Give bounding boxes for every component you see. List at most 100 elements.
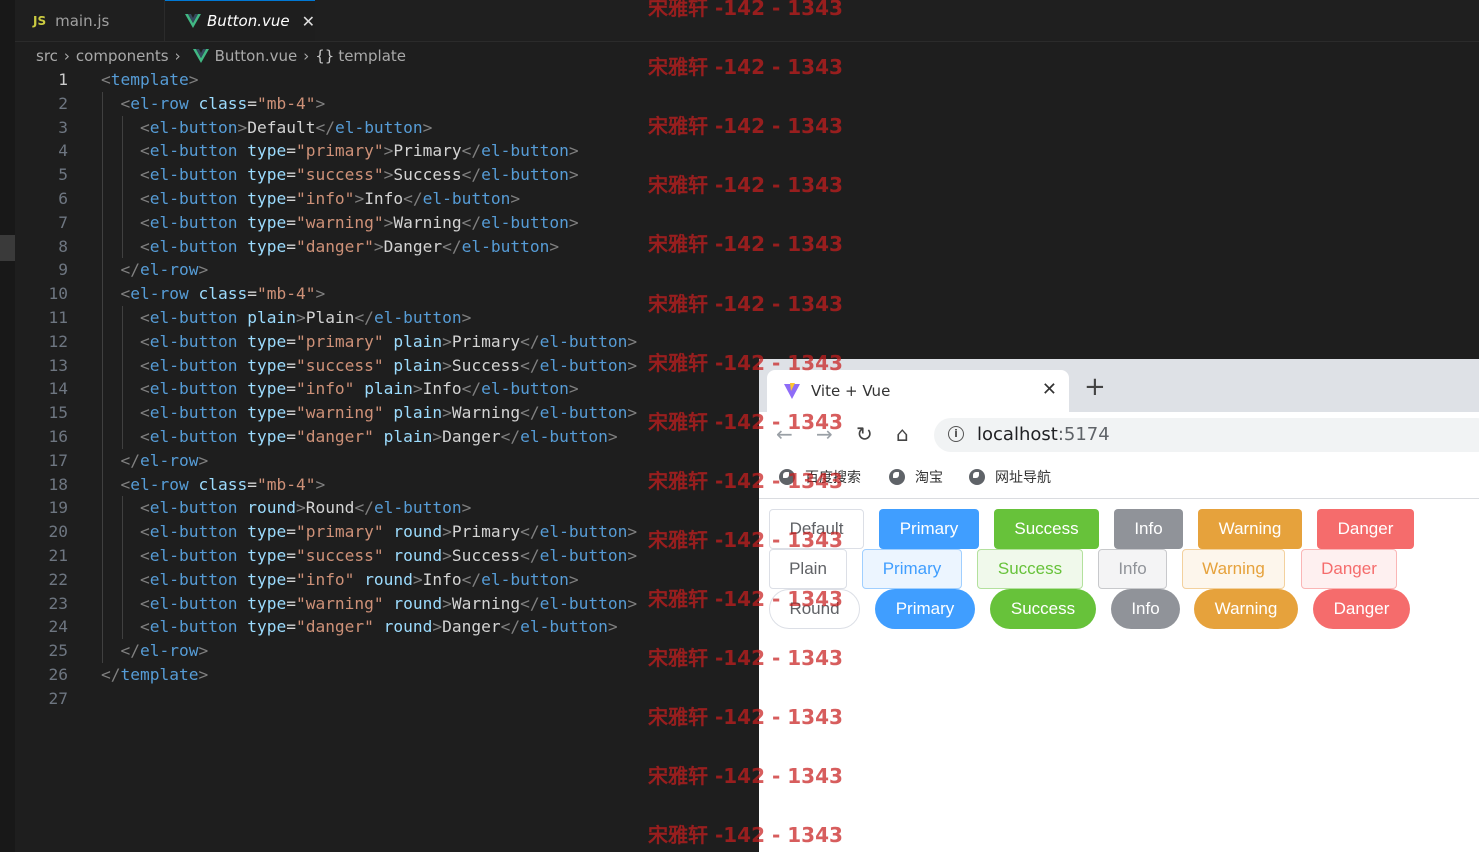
code-line[interactable]: 1 <template>: [15, 68, 760, 92]
breadcrumb-item[interactable]: src: [36, 47, 58, 65]
code-line[interactable]: 2 <el-row class="mb-4">: [15, 91, 760, 116]
tab-main-js[interactable]: JS main.js: [15, 0, 165, 41]
plain-warning-button[interactable]: Warning: [1182, 549, 1285, 589]
plain-success-button[interactable]: Success: [977, 549, 1083, 589]
vue-file-icon: [192, 49, 209, 63]
bookmark-item[interactable]: 淘宝: [889, 467, 943, 487]
code-line[interactable]: 5 <el-button type="success">Success</el-b…: [15, 163, 760, 187]
bookmark-item[interactable]: 网址导航: [969, 467, 1051, 487]
reload-icon[interactable]: ↻: [856, 422, 873, 446]
code-line[interactable]: 16 <el-button type="danger" plain>Danger<…: [15, 424, 760, 449]
code-line[interactable]: 4 <el-button type="primary">Primary</el-b…: [15, 139, 760, 164]
code-token: el-row: [130, 474, 189, 494]
line-number: 18: [48, 474, 69, 494]
code-line[interactable]: 9 </el-row>: [15, 258, 760, 283]
close-icon[interactable]: ✕: [302, 12, 315, 31]
code-line[interactable]: 23 <el-button type="warning" round>Warnin…: [15, 591, 760, 616]
browser-tab[interactable]: Vite + Vue ✕: [767, 370, 1069, 412]
breadcrumb-item[interactable]: components: [76, 47, 169, 65]
code-line[interactable]: 6 <el-button type="info">Info</el-button>: [15, 186, 760, 211]
code-text: <el-button plain>Plain</el-button>: [140, 306, 471, 330]
code-token: </: [520, 522, 540, 542]
code-line[interactable]: 13 <el-button type="success" plain>Succes…: [15, 353, 760, 378]
address-bar[interactable]: i localhost:5174: [934, 418, 1479, 452]
code-line[interactable]: 3 <el-button>Default</el-button>: [15, 115, 760, 140]
round-danger-button[interactable]: Danger: [1313, 589, 1410, 629]
vue-file-icon: [185, 14, 201, 28]
code-line[interactable]: 11 <el-button plain>Plain</el-button>: [15, 305, 760, 330]
site-info-icon[interactable]: i: [948, 426, 964, 442]
code-token: el-button: [539, 403, 628, 423]
tab-button-vue[interactable]: Button.vue ✕: [165, 0, 315, 41]
breadcrumb-item[interactable]: template: [338, 47, 406, 65]
code-token: <: [140, 498, 150, 518]
code-editor[interactable]: 1 <template> 2 <el-row class="mb-4"> 3 <el-bu…: [15, 68, 760, 711]
code-token: <: [140, 545, 150, 565]
plain-info-button[interactable]: Info: [1098, 549, 1167, 589]
code-token: el-row: [130, 284, 189, 304]
plain-button[interactable]: Plain: [769, 549, 847, 589]
primary-button[interactable]: Primary: [879, 509, 979, 549]
code-token: =: [286, 522, 296, 542]
back-arrow-icon[interactable]: ←: [776, 422, 793, 446]
code-line[interactable]: 19 <el-button round>Round</el-button>: [15, 496, 760, 521]
code-token: >: [442, 331, 452, 351]
new-tab-button[interactable]: +: [1084, 372, 1106, 402]
code-line[interactable]: 15 <el-button type="warning" plain>Warnin…: [15, 401, 760, 425]
code-token: Info: [422, 379, 462, 399]
code-line[interactable]: 20 <el-button type="primary" round>Primar…: [15, 520, 760, 544]
round-warning-button[interactable]: Warning: [1194, 589, 1298, 629]
code-token: el-row: [140, 260, 199, 280]
code-token: =: [286, 569, 296, 589]
code-token: template: [120, 664, 199, 684]
danger-button[interactable]: Danger: [1317, 509, 1414, 549]
bookmark-item[interactable]: 百度搜索: [779, 467, 861, 487]
code-line[interactable]: 26 </template>: [15, 663, 760, 687]
warning-button[interactable]: Warning: [1198, 509, 1302, 549]
code-token: "info": [295, 379, 355, 399]
default-button[interactable]: Default: [769, 509, 864, 549]
breadcrumb-item[interactable]: Button.vue: [215, 47, 298, 65]
indent-guide: [121, 496, 123, 521]
code-line[interactable]: 24 <el-button type="danger" round>Danger<…: [15, 615, 760, 640]
code-line[interactable]: 12 <el-button type="primary" plain>Primar…: [15, 329, 760, 354]
code-token: <: [140, 522, 150, 542]
indent-guide: [102, 448, 103, 473]
indent-guide: [102, 424, 103, 449]
plain-danger-button[interactable]: Danger: [1301, 549, 1397, 589]
home-icon[interactable]: ⌂: [896, 422, 909, 446]
code-token: plain: [393, 331, 443, 351]
plain-primary-button[interactable]: Primary: [862, 549, 962, 589]
round-primary-button[interactable]: Primary: [875, 589, 975, 629]
round-info-button[interactable]: Info: [1111, 589, 1180, 629]
indent-guide: [121, 567, 123, 592]
code-line[interactable]: 8 <el-button type="danger">Danger</el-but…: [15, 234, 760, 259]
code-text: <el-button>Default</el-button>: [140, 116, 432, 140]
code-line[interactable]: 18 <el-row class="mb-4">: [15, 472, 760, 497]
round-success-button[interactable]: Success: [990, 589, 1096, 629]
indent-guide: [121, 139, 123, 164]
close-icon[interactable]: ✕: [1042, 379, 1057, 400]
round-button[interactable]: Round: [769, 589, 860, 629]
code-line[interactable]: 17 </el-row>: [15, 448, 760, 473]
code-line[interactable]: 14 <el-button type="info" plain>Info</el-…: [15, 377, 760, 402]
code-line[interactable]: 7 <el-button type="warning">Warning</el-b…: [15, 210, 760, 235]
info-button[interactable]: Info: [1114, 509, 1183, 549]
success-button[interactable]: Success: [994, 509, 1099, 549]
code-text: <el-button type="danger">Danger</el-butt…: [140, 235, 559, 259]
code-token: el-button: [149, 498, 238, 518]
code-token: type: [247, 355, 287, 375]
code-line[interactable]: 10 <el-row class="mb-4">: [15, 282, 760, 306]
forward-arrow-icon[interactable]: →: [816, 422, 833, 446]
code-line[interactable]: 27: [15, 687, 760, 711]
code-text: </el-row>: [121, 258, 209, 282]
code-line[interactable]: 21 <el-button type="success" round>Succes…: [15, 543, 760, 568]
code-token: el-button: [520, 617, 608, 637]
code-line[interactable]: 25 </el-row>: [15, 639, 760, 663]
code-line[interactable]: 22 <el-button type="info" round>Info</el-…: [15, 567, 760, 592]
